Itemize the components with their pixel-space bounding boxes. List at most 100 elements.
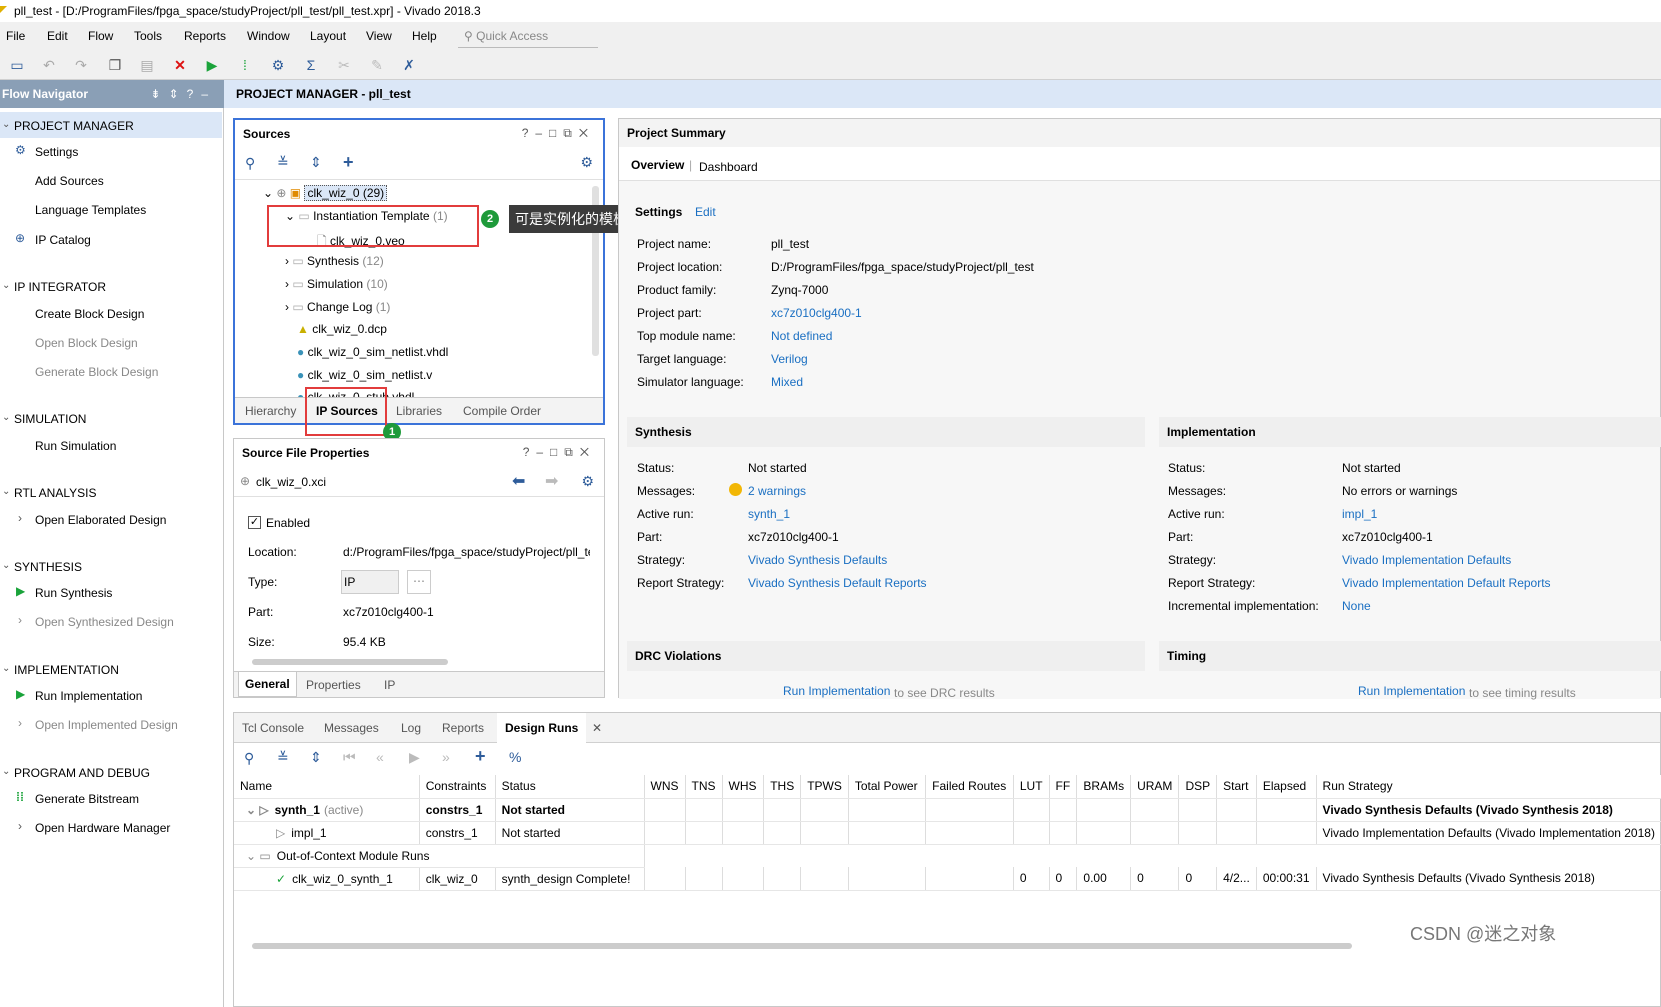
delete-icon[interactable]: ✕ xyxy=(171,56,189,74)
synthesis-value[interactable]: 2 warnings xyxy=(748,484,806,498)
project-setting-value[interactable]: Verilog xyxy=(771,352,808,366)
tab-overview[interactable]: Overview xyxy=(631,158,684,172)
tree-row-v[interactable]: ● clk_wiz_0_sim_netlist.v xyxy=(297,368,432,382)
nav-run-simulation[interactable]: Run Simulation xyxy=(35,439,116,453)
column-header-tns[interactable]: TNS xyxy=(685,775,723,799)
gear-icon[interactable]: ⚙ xyxy=(581,473,594,490)
menu-window[interactable]: Window xyxy=(247,29,290,43)
tab-libraries[interactable]: Libraries xyxy=(396,404,442,418)
synthesis-value[interactable]: Vivado Synthesis Default Reports xyxy=(748,576,927,590)
section-implementation[interactable]: IMPLEMENTATION xyxy=(14,663,119,677)
synthesis-value[interactable]: Vivado Synthesis Defaults xyxy=(748,553,887,567)
tab-messages[interactable]: Messages xyxy=(324,721,379,735)
tab-compile-order[interactable]: Compile Order xyxy=(463,404,541,418)
section-synthesis[interactable]: SYNTHESIS xyxy=(14,560,82,574)
menu-tools[interactable]: Tools xyxy=(134,29,162,43)
tree-row-dcp[interactable]: ▲ clk_wiz_0.dcp xyxy=(297,322,387,336)
column-header-dsp[interactable]: DSP xyxy=(1178,775,1218,799)
nav-open-elaborated-design[interactable]: Open Elaborated Design xyxy=(35,513,166,527)
paste-icon[interactable]: ▤ xyxy=(138,56,156,74)
run-icon[interactable]: ▶ xyxy=(203,56,221,74)
search-icon[interactable]: ⚲ xyxy=(244,750,254,767)
nav-generate-bitstream[interactable]: Generate Bitstream xyxy=(35,792,139,806)
table-row[interactable]: ⌄ ▷ synth_1 (active) constrs_1 Not started Vi… xyxy=(234,798,1661,822)
panel-controls-icon[interactable]: ?–□⧉✕ xyxy=(523,445,596,460)
nav-open-hardware-manager[interactable]: Open Hardware Manager xyxy=(35,821,170,835)
column-header-ths[interactable]: THS xyxy=(763,775,802,799)
nav-open-implemented-design[interactable]: Open Implemented Design xyxy=(35,718,178,732)
menu-flow[interactable]: Flow xyxy=(88,29,113,43)
column-header-run-strategy[interactable]: Run Strategy xyxy=(1316,775,1661,799)
column-header-total-power[interactable]: Total Power xyxy=(848,775,927,799)
column-header-status[interactable]: Status xyxy=(495,775,645,799)
tab-properties[interactable]: Properties xyxy=(306,678,361,692)
nav-create-block-design[interactable]: Create Block Design xyxy=(35,307,144,321)
tab-log[interactable]: Log xyxy=(401,721,421,735)
project-setting-value[interactable]: Mixed xyxy=(771,375,803,389)
tab-design-runs[interactable]: Design Runs xyxy=(497,713,587,743)
pencil-icon[interactable]: ✎ xyxy=(368,56,386,74)
nav-open-block-design[interactable]: Open Block Design xyxy=(35,336,138,350)
column-header-name[interactable]: Name xyxy=(234,775,420,799)
add-sources-icon[interactable]: + xyxy=(343,152,354,173)
tree-row-simulation[interactable]: › ▭ Simulation (10) xyxy=(285,277,388,291)
nav-run-implementation[interactable]: Run Implementation xyxy=(35,689,142,703)
settings-gear-icon[interactable]: ⚙ xyxy=(269,56,287,74)
section-ip-integrator[interactable]: IP INTEGRATOR xyxy=(14,280,106,294)
expand-all-icon[interactable]: ⇕ xyxy=(310,749,322,766)
implementation-value[interactable]: None xyxy=(1342,599,1371,613)
first-icon[interactable]: ⏮ xyxy=(343,749,356,766)
tab-tcl-console[interactable]: Tcl Console xyxy=(242,721,304,735)
section-project-manager[interactable]: PROJECT MANAGER xyxy=(14,119,134,133)
settings-edit-link[interactable]: Edit xyxy=(695,205,716,219)
undo-icon[interactable]: ↶ xyxy=(40,56,58,74)
column-header-wns[interactable]: WNS xyxy=(644,775,686,799)
add-run-icon[interactable]: + xyxy=(475,746,486,767)
section-simulation[interactable]: SIMULATION xyxy=(14,412,86,426)
implementation-value[interactable]: impl_1 xyxy=(1342,507,1377,521)
type-browse-button[interactable]: ⋯ xyxy=(407,570,431,594)
project-setting-value[interactable]: Not defined xyxy=(771,329,832,343)
expand-all-icon[interactable]: ⇕ xyxy=(310,154,322,171)
nav-generate-block-design[interactable]: Generate Block Design xyxy=(35,365,158,379)
nav-run-synthesis[interactable]: Run Synthesis xyxy=(35,586,112,600)
previous-icon[interactable]: « xyxy=(376,749,384,765)
forward-arrow-icon[interactable]: ➡ xyxy=(545,471,558,491)
drc-run-implementation-link[interactable]: Run Implementation xyxy=(783,684,890,698)
column-header-constraints[interactable]: Constraints xyxy=(419,775,496,799)
column-header-lut[interactable]: LUT xyxy=(1013,775,1050,799)
project-setting-value[interactable]: xc7z010clg400-1 xyxy=(771,306,862,320)
program-icon[interactable]: ⁞ xyxy=(236,56,254,74)
back-arrow-icon[interactable]: ⬅ xyxy=(512,471,525,491)
tab-dashboard[interactable]: Dashboard xyxy=(699,160,758,174)
table-row[interactable]: ✓ clk_wiz_0_synth_1 clk_wiz_0 synth_design … xyxy=(234,867,1661,891)
tab-hierarchy[interactable]: Hierarchy xyxy=(245,404,296,418)
tree-row-vhdl[interactable]: ● clk_wiz_0_sim_netlist.vhdl xyxy=(297,345,448,359)
runs-hscrollbar[interactable] xyxy=(252,943,1352,949)
nav-settings[interactable]: Settings xyxy=(35,145,78,159)
redo-icon[interactable]: ↷ xyxy=(72,56,90,74)
nav-open-synthesized-design[interactable]: Open Synthesized Design xyxy=(35,615,174,629)
sigma-icon[interactable]: Σ xyxy=(302,56,320,74)
gear-icon[interactable]: ⚙ xyxy=(580,154,593,171)
section-rtl-analysis[interactable]: RTL ANALYSIS xyxy=(14,486,96,500)
copy-icon[interactable]: ❐ xyxy=(106,56,124,74)
section-program-debug[interactable]: PROGRAM AND DEBUG xyxy=(14,766,150,780)
menu-view[interactable]: View xyxy=(366,29,392,43)
close-tab-icon[interactable]: ✕ xyxy=(592,721,602,735)
quick-access-input[interactable]: ⚲ Quick Access xyxy=(458,26,598,48)
menu-help[interactable]: Help xyxy=(412,29,437,43)
column-header-elapsed[interactable]: Elapsed xyxy=(1256,775,1317,799)
type-field[interactable]: IP xyxy=(341,570,399,594)
enabled-checkbox[interactable]: ✓ xyxy=(248,516,261,529)
collapse-all-icon[interactable]: ≚ xyxy=(277,749,289,766)
column-header-brams[interactable]: BRAMs xyxy=(1076,775,1132,799)
tree-row-root[interactable]: ⌄ ⊕ ▣ clk_wiz_0 (29) xyxy=(263,185,388,201)
menu-layout[interactable]: Layout xyxy=(310,29,346,43)
open-project-icon[interactable]: ▭ xyxy=(8,56,26,74)
synthesis-value[interactable]: synth_1 xyxy=(748,507,790,521)
table-row[interactable]: ▷ impl_1 constrs_1 Not started Vivado Implem… xyxy=(234,821,1661,845)
column-header-start[interactable]: Start xyxy=(1216,775,1257,799)
implementation-value[interactable]: Vivado Implementation Default Reports xyxy=(1342,576,1551,590)
panel-controls-icon[interactable]: ?–□⧉✕ xyxy=(522,126,595,141)
